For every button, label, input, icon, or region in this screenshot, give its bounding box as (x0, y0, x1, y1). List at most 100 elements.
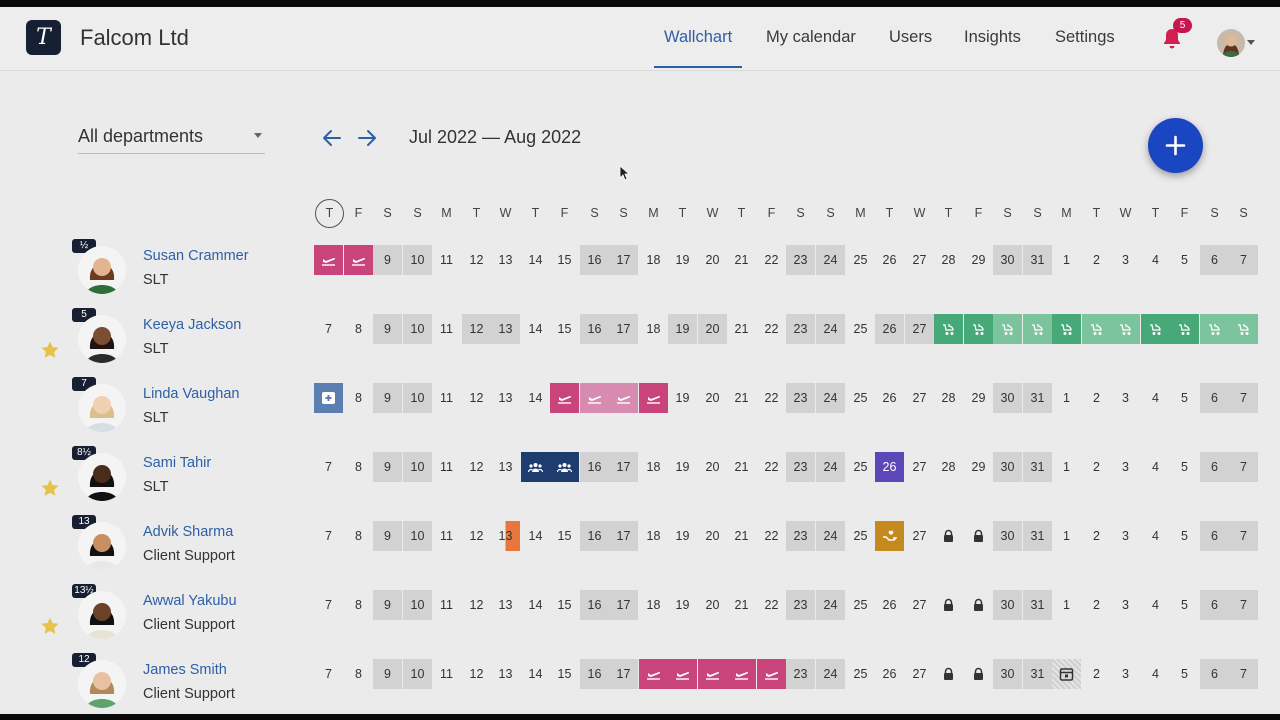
day-cell[interactable]: 8 (344, 383, 373, 413)
day-cell[interactable]: 28 (934, 383, 963, 413)
day-cell-leave[interactable] (550, 452, 579, 482)
day-cell[interactable]: 20 (698, 245, 727, 275)
day-cell[interactable]: 11 (432, 659, 461, 689)
day-cell[interactable]: 10 (403, 245, 432, 275)
day-cell[interactable]: 16 (580, 452, 609, 482)
day-cell[interactable]: 2 (1082, 245, 1111, 275)
day-cell[interactable]: 12 (462, 314, 491, 344)
day-cell[interactable]: 4 (1141, 452, 1170, 482)
day-cell[interactable]: 18 (639, 590, 668, 620)
day-cell-leave[interactable] (964, 314, 993, 344)
day-cell[interactable]: 8 (344, 590, 373, 620)
day-cell-leave[interactable] (314, 383, 343, 413)
day-cell[interactable]: 4 (1141, 383, 1170, 413)
day-cell[interactable]: 5 (1170, 383, 1199, 413)
day-cell[interactable]: 27 (905, 314, 934, 344)
day-cell[interactable]: 20 (698, 314, 727, 344)
day-cell[interactable]: 31 (1023, 452, 1052, 482)
day-cell[interactable]: 25 (846, 659, 875, 689)
day-cell[interactable]: 8 (344, 659, 373, 689)
day-cell[interactable]: 7 (314, 452, 343, 482)
day-cell[interactable]: 7 (1229, 383, 1258, 413)
day-cell[interactable]: 23 (786, 590, 815, 620)
day-cell[interactable]: 29 (964, 245, 993, 275)
day-cell[interactable]: 29 (964, 383, 993, 413)
day-cell[interactable]: 10 (403, 659, 432, 689)
day-cell-leave[interactable] (964, 659, 993, 689)
day-cell[interactable]: 15 (550, 314, 579, 344)
day-cell[interactable]: 12 (462, 383, 491, 413)
day-cell[interactable]: 30 (993, 521, 1022, 551)
user-name-link[interactable]: Advik Sharma (143, 524, 233, 540)
day-cell[interactable]: 25 (846, 452, 875, 482)
user-name-link[interactable]: Keeya Jackson (143, 317, 241, 333)
day-cell[interactable]: 6 (1200, 452, 1229, 482)
avatar[interactable] (78, 522, 126, 570)
star-icon[interactable] (40, 340, 60, 360)
day-cell[interactable]: 6 (1200, 521, 1229, 551)
department-select[interactable]: All departments (78, 126, 265, 154)
avatar[interactable] (78, 591, 126, 639)
day-cell[interactable]: 10 (403, 590, 432, 620)
chevron-down-icon[interactable] (1247, 40, 1255, 45)
day-cell[interactable]: 28 (934, 245, 963, 275)
day-cell-leave[interactable] (934, 521, 963, 551)
day-cell[interactable]: 21 (727, 314, 756, 344)
day-cell[interactable]: 18 (639, 452, 668, 482)
day-cell[interactable]: 4 (1141, 590, 1170, 620)
day-cell[interactable]: 27 (905, 590, 934, 620)
day-cell-leave[interactable] (344, 245, 373, 275)
day-cell[interactable]: 5 (1170, 521, 1199, 551)
day-cell[interactable]: 23 (786, 452, 815, 482)
day-cell[interactable]: 4 (1141, 521, 1170, 551)
day-cell[interactable]: 5 (1170, 590, 1199, 620)
day-cell[interactable]: 16 (580, 314, 609, 344)
avatar[interactable] (78, 315, 126, 363)
day-cell[interactable]: 12 (462, 452, 491, 482)
day-cell-leave[interactable] (964, 590, 993, 620)
day-cell[interactable]: 11 (432, 590, 461, 620)
day-cell[interactable]: 23 (786, 383, 815, 413)
day-cell-leave[interactable] (875, 521, 904, 551)
day-cell[interactable]: 14 (521, 659, 550, 689)
day-cell[interactable]: 12 (462, 245, 491, 275)
day-cell[interactable]: 1 (1052, 383, 1081, 413)
day-cell[interactable]: 18 (639, 314, 668, 344)
day-cell[interactable]: 2 (1082, 590, 1111, 620)
day-cell[interactable]: 30 (993, 659, 1022, 689)
day-cell-leave[interactable] (1229, 314, 1258, 344)
day-cell[interactable]: 24 (816, 245, 845, 275)
day-cell[interactable]: 6 (1200, 245, 1229, 275)
avatar[interactable] (78, 384, 126, 432)
day-cell[interactable]: 22 (757, 521, 786, 551)
day-cell[interactable]: 14 (521, 245, 550, 275)
day-cell[interactable]: 6 (1200, 383, 1229, 413)
day-cell[interactable]: 25 (846, 521, 875, 551)
day-cell[interactable]: 24 (816, 452, 845, 482)
day-cell-leave[interactable] (1082, 314, 1111, 344)
nav-wallchart[interactable]: Wallchart (664, 28, 732, 47)
user-name-link[interactable]: Sami Tahir (143, 455, 211, 471)
day-cell[interactable]: 30 (993, 590, 1022, 620)
day-cell[interactable]: 19 (668, 521, 697, 551)
avatar[interactable] (78, 660, 126, 708)
day-cell[interactable]: 24 (816, 383, 845, 413)
day-cell[interactable]: 16 (580, 245, 609, 275)
day-cell[interactable]: 28 (934, 452, 963, 482)
day-cell[interactable]: 17 (609, 245, 638, 275)
day-cell[interactable]: 4 (1141, 245, 1170, 275)
day-cell[interactable]: 26 (875, 659, 904, 689)
day-cell-leave[interactable] (934, 659, 963, 689)
day-cell[interactable]: 15 (550, 590, 579, 620)
day-cell[interactable]: 19 (668, 452, 697, 482)
day-cell[interactable]: 26 (875, 590, 904, 620)
day-cell[interactable]: 13 (491, 245, 520, 275)
day-cell[interactable]: 23 (786, 521, 815, 551)
day-cell[interactable]: 11 (432, 314, 461, 344)
day-cell[interactable]: 20 (698, 452, 727, 482)
day-cell[interactable]: 5 (1170, 659, 1199, 689)
day-cell[interactable]: 31 (1023, 383, 1052, 413)
day-cell[interactable]: 17 (609, 452, 638, 482)
user-name-link[interactable]: James Smith (143, 662, 227, 678)
day-cell[interactable]: 30 (993, 245, 1022, 275)
